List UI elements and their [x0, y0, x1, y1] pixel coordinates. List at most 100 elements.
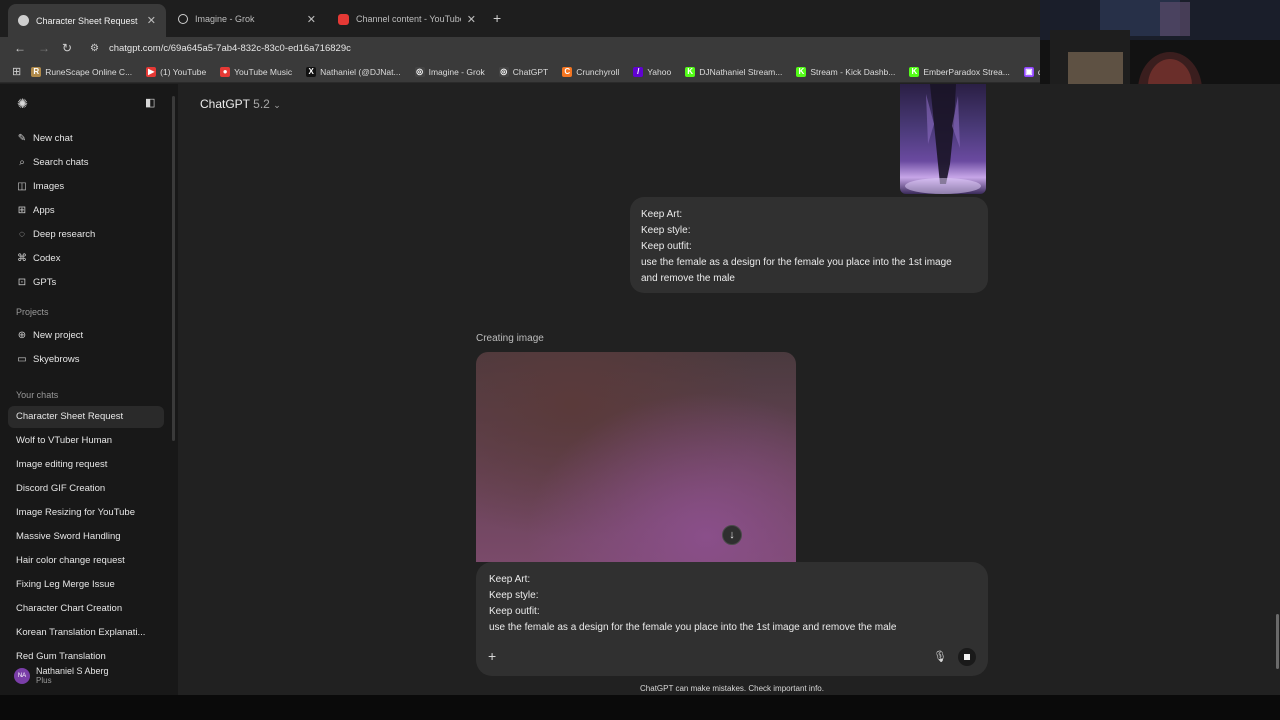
chat-item[interactable]: Massive Sword Handling	[16, 531, 121, 542]
project-item-skyebrows[interactable]: ▭ Skyebrows	[16, 351, 79, 367]
folder-icon: ▭	[17, 353, 27, 365]
youtube-icon: ▶	[146, 66, 157, 77]
composer-line: use the female as a design for the femal…	[489, 622, 897, 633]
close-icon[interactable]: ✕	[147, 14, 156, 27]
chat-item[interactable]: Image Resizing for YouTube	[16, 507, 135, 518]
model-name: ChatGPT	[200, 97, 250, 111]
tab-strip: Character Sheet Request ✕ Imagine - Grok…	[0, 0, 1040, 37]
tab-label: Character Sheet Request	[36, 15, 138, 26]
bookmark-label: EmberParadox Strea...	[923, 66, 1010, 77]
chat-item[interactable]: Korean Translation Explanati...	[16, 627, 145, 638]
sidebar-scrollbar[interactable]	[172, 96, 175, 441]
chat-item[interactable]: Discord GIF Creation	[16, 483, 105, 494]
bookmark-4[interactable]: ◎ Imagine - Grok	[414, 66, 485, 77]
back-icon[interactable]: ←	[14, 41, 26, 55]
chatgpt-icon	[18, 15, 29, 26]
main-scrollbar[interactable]	[1276, 614, 1279, 669]
navigation-bar: ← → ↻ ⚙ chatgpt.com/c/69a645a5-7ab4-832c…	[0, 37, 1040, 61]
url-text: chatgpt.com/c/69a645a5-7ab4-832c-83c0-ed…	[108, 43, 351, 54]
apps-grid-icon[interactable]: ⊞	[12, 65, 21, 78]
message-composer[interactable]: Keep Art: Keep style: Keep outfit: use the …	[476, 562, 988, 676]
scroll-down-button[interactable]: ↓	[722, 525, 742, 545]
tab-label: Channel content - YouTube Stu	[356, 14, 461, 24]
forward-icon[interactable]: →	[38, 41, 50, 55]
bookmark-label: Stream - Kick Dashb...	[810, 66, 896, 77]
bookmark-5[interactable]: ◎ ChatGPT	[498, 66, 549, 77]
yahoo-icon: /	[633, 66, 644, 77]
chat-main: ChatGPT 5.2 ⌄ Keep Art: Keep style: Keep o…	[178, 84, 1280, 695]
attached-image[interactable]	[900, 84, 986, 194]
bookmark-6[interactable]: C Crunchyroll	[562, 66, 619, 77]
bookmark-0[interactable]: R RuneScape Online C...	[31, 66, 133, 77]
tab-character-sheet-request[interactable]: Character Sheet Request ✕	[8, 4, 166, 37]
bookmark-label: Nathaniel (@DJNat...	[320, 66, 401, 77]
new-tab-button[interactable]: +	[493, 10, 501, 26]
site-info-icon[interactable]: ⚙	[90, 43, 99, 54]
bookmark-9[interactable]: K Stream - Kick Dashb...	[796, 66, 896, 77]
crunchyroll-icon: C	[562, 66, 573, 77]
bookmark-1[interactable]: ▶ (1) YouTube	[146, 66, 207, 77]
tab-imagine-grok[interactable]: Imagine - Grok ✕	[168, 5, 326, 33]
edit-icon: ✎	[17, 132, 27, 144]
bookmark-label: ChatGPT	[512, 66, 549, 77]
twitch-icon: ▣	[1023, 66, 1034, 77]
chat-item[interactable]: Hair color change request	[16, 555, 125, 566]
search-icon: ⌕	[19, 156, 25, 168]
bookmark-label: Imagine - Grok	[428, 66, 485, 77]
sidebar-item-gpts[interactable]: ⊡ GPTs	[16, 274, 56, 290]
bookmark-3[interactable]: X Nathaniel (@DJNat...	[306, 66, 401, 77]
chat-item[interactable]: Red Gum Translation	[16, 651, 106, 662]
composer-line: Keep Art:	[489, 574, 531, 585]
user-profile[interactable]: NA Nathaniel S Aberg Plus	[14, 666, 109, 685]
reload-icon[interactable]: ↻	[62, 41, 72, 55]
sidebar-item-search-chats[interactable]: ⌕ Search chats	[16, 154, 88, 170]
chat-item[interactable]: Character Sheet Request	[16, 411, 123, 422]
sidebar-item-deep-research[interactable]: ◌ Deep research	[16, 226, 95, 242]
microphone-icon[interactable]: 🎙	[933, 650, 947, 663]
address-bar[interactable]: ⚙ chatgpt.com/c/69a645a5-7ab4-832c-83c0-…	[86, 38, 1026, 59]
stop-icon	[964, 654, 970, 660]
chat-item[interactable]: Image editing request	[16, 459, 107, 470]
stop-generating-button[interactable]	[958, 648, 976, 666]
sidebar-item-label: Deep research	[33, 228, 96, 240]
generating-image-placeholder	[476, 352, 796, 562]
sidebar-item-label: Apps	[33, 204, 55, 216]
message-line: Keep outfit:	[641, 241, 692, 252]
research-icon: ◌	[19, 228, 25, 240]
sidebar-item-label: Search chats	[33, 156, 89, 168]
chat-item[interactable]: Wolf to VTuber Human	[16, 435, 112, 446]
bookmark-10[interactable]: K EmberParadox Strea...	[909, 66, 1010, 77]
openai-logo-icon[interactable]: ✺	[17, 96, 28, 112]
bookmark-2[interactable]: ● YouTube Music	[220, 66, 292, 77]
sidebar-item-label: Images	[33, 180, 65, 192]
model-selector[interactable]: ChatGPT 5.2 ⌄	[200, 97, 281, 111]
bookmark-label: (1) YouTube	[160, 66, 207, 77]
message-line: Keep style:	[641, 225, 691, 236]
sidebar-item-codex[interactable]: ⌘ Codex	[16, 250, 60, 266]
sidebar-item-new-chat[interactable]: ✎ New chat	[16, 130, 73, 146]
sidebar-item-images[interactable]: ◫ Images	[16, 178, 64, 194]
youtube-music-icon: ●	[220, 66, 231, 77]
close-icon[interactable]: ✕	[467, 13, 476, 26]
project-item-new-project[interactable]: ⊕ New project	[16, 327, 83, 343]
chat-item[interactable]: Fixing Leg Merge Issue	[16, 579, 115, 590]
bookmark-label: Yahoo	[647, 66, 672, 77]
message-line: use the female as a design for the femal…	[641, 257, 952, 268]
bookmarks-bar: ⊞ R RuneScape Online C... ▶ (1) YouTube ● You…	[0, 61, 1040, 83]
folder-plus-icon: ⊕	[17, 329, 27, 341]
bookmark-7[interactable]: / Yahoo	[633, 66, 672, 77]
composer-input[interactable]: Keep Art: Keep style: Keep outfit: use the …	[489, 572, 979, 636]
tab-youtube-studio[interactable]: Channel content - YouTube Stu ✕	[328, 5, 486, 33]
bookmark-8[interactable]: K DJNathaniel Stream...	[685, 66, 782, 77]
bookmark-label: RuneScape Online C...	[45, 66, 133, 77]
user-name: Nathaniel S Aberg	[36, 666, 109, 676]
sidebar-toggle-icon[interactable]: ◧	[145, 96, 155, 109]
chat-item[interactable]: Character Chart Creation	[16, 603, 122, 614]
youtube-studio-icon	[338, 13, 349, 25]
bookmark-11[interactable]: ▣djnathanielrs3 - Twit...	[1023, 66, 1040, 77]
runescape-icon: R	[31, 66, 42, 77]
user-message-bubble: Keep Art: Keep style: Keep outfit: use the …	[630, 197, 988, 293]
plus-icon[interactable]: +	[488, 648, 496, 664]
close-icon[interactable]: ✕	[307, 13, 316, 26]
sidebar-item-apps[interactable]: ⊞ Apps	[16, 202, 55, 218]
